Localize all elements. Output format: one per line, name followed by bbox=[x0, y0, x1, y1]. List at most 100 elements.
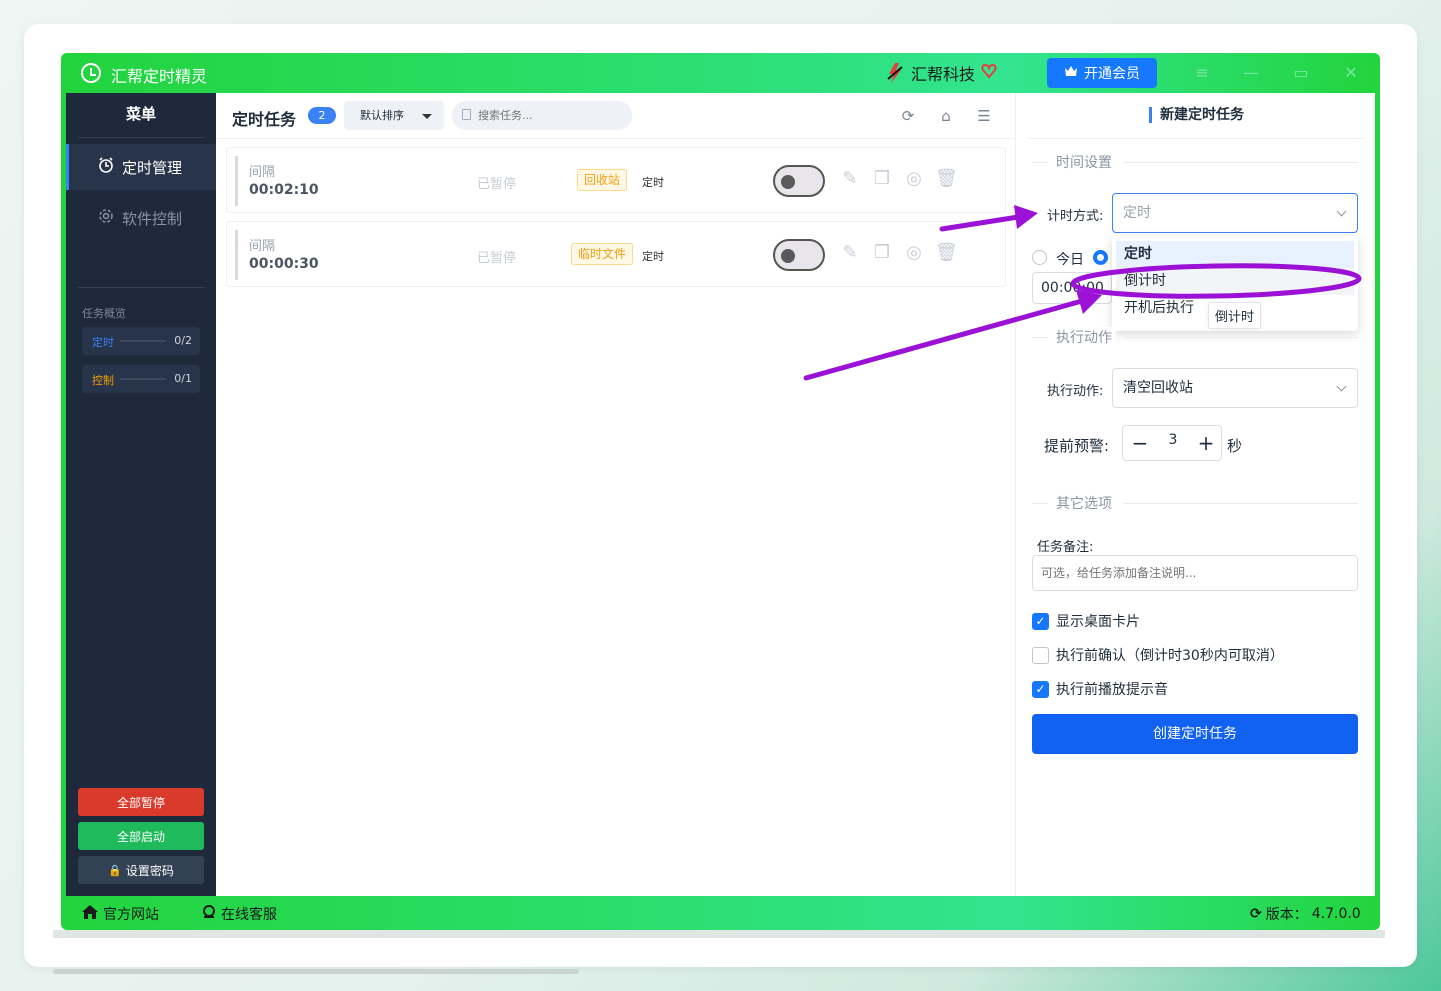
crown-icon bbox=[1064, 65, 1078, 81]
page-title: 定时任务 bbox=[232, 110, 297, 129]
lock-icon: 🔒 bbox=[108, 863, 122, 877]
headset-icon bbox=[201, 904, 217, 924]
stat-bar bbox=[120, 378, 166, 380]
section-other-options: 其它选项 bbox=[1032, 493, 1358, 513]
section-time-settings: 时间设置 bbox=[1032, 152, 1358, 172]
increment-button[interactable]: + bbox=[1193, 430, 1219, 456]
stat-value: 0/2 bbox=[174, 334, 192, 347]
task-row[interactable]: 间隔 00:00:30 已暂停 临时文件 定时 ✎ ❐ ◎ 🗑 bbox=[226, 221, 1006, 287]
task-time: 00:00:30 bbox=[249, 256, 319, 272]
menu-icon[interactable]: ≡ bbox=[1190, 61, 1214, 85]
copy-icon[interactable]: ❐ bbox=[871, 168, 893, 190]
task-list-header: 定时任务 2 默认排序 ⟳ ⌂ ☰ bbox=[216, 93, 1015, 139]
dropdown-option-countdown[interactable]: 倒计时 bbox=[1116, 268, 1354, 295]
radio-today-label: 今日 bbox=[1056, 252, 1084, 268]
toggle-knob bbox=[781, 249, 795, 263]
note-label: 任务备注: bbox=[1037, 540, 1094, 555]
task-accent bbox=[235, 156, 238, 206]
search-input[interactable] bbox=[452, 101, 632, 130]
task-enable-toggle[interactable] bbox=[773, 239, 825, 271]
task-enable-toggle[interactable] bbox=[773, 165, 825, 197]
task-time: 00:02:10 bbox=[249, 182, 319, 198]
task-type: 间隔 bbox=[249, 239, 276, 254]
background-window-edge bbox=[53, 930, 1385, 938]
stepper-value[interactable]: 3 bbox=[1161, 432, 1185, 448]
task-action-tag: 临时文件 bbox=[571, 243, 634, 265]
vip-button-label: 开通会员 bbox=[1084, 66, 1140, 82]
warning-seconds-stepper[interactable]: − 3 + bbox=[1122, 425, 1222, 461]
version-number: 4.7.0.0 bbox=[1311, 906, 1361, 922]
decrement-button[interactable]: − bbox=[1127, 430, 1153, 456]
task-count-badge: 2 bbox=[308, 107, 336, 124]
dropdown-option-timer[interactable]: 定时 bbox=[1116, 241, 1354, 268]
checkbox-checked-icon[interactable]: ✓ bbox=[1032, 680, 1049, 698]
brand-logo-icon bbox=[885, 62, 905, 84]
run-icon[interactable]: ◎ bbox=[903, 168, 925, 190]
sidebar-item-software-control[interactable]: 软件控制 bbox=[66, 195, 216, 241]
set-password-button[interactable]: 🔒 设置密码 bbox=[78, 856, 204, 884]
vip-button[interactable]: 开通会员 bbox=[1047, 58, 1157, 88]
title-bar[interactable]: 汇帮定时精灵 汇帮科技 开通会员 ≡ — ▭ ✕ bbox=[61, 53, 1380, 93]
minimize-icon[interactable]: — bbox=[1239, 61, 1263, 85]
checkbox-confirm-before-run[interactable]: 执行前确认（倒计时30秒内可取消） bbox=[1032, 645, 1284, 665]
delete-icon[interactable]: 🗑 bbox=[935, 168, 958, 190]
edit-icon[interactable]: ✎ bbox=[839, 242, 861, 264]
maximize-icon[interactable]: ▭ bbox=[1289, 61, 1313, 85]
section-label: 其它选项 bbox=[1052, 493, 1116, 513]
section-action: 执行动作 bbox=[1032, 327, 1358, 347]
checkbox-unchecked-icon[interactable] bbox=[1032, 646, 1049, 664]
search-icon bbox=[462, 109, 471, 120]
checkbox-label: 显示桌面卡片 bbox=[1056, 614, 1140, 630]
support-label: 在线客服 bbox=[221, 907, 277, 923]
action-label: 执行动作: bbox=[1047, 384, 1104, 399]
radio-today[interactable] bbox=[1032, 250, 1047, 265]
sort-select[interactable]: 默认排序 bbox=[344, 101, 444, 130]
note-input[interactable] bbox=[1032, 555, 1358, 591]
sidebar-item-timer-management[interactable]: 定时管理 bbox=[66, 144, 216, 190]
close-icon[interactable]: ✕ bbox=[1339, 61, 1363, 85]
delete-icon[interactable]: 🗑 bbox=[935, 242, 958, 264]
refresh-icon[interactable]: ⟳ bbox=[899, 107, 917, 125]
stat-control: 控制 0/1 bbox=[82, 365, 200, 393]
checkbox-play-sound[interactable]: ✓ 执行前播放提示音 bbox=[1032, 679, 1168, 699]
heart-icon bbox=[981, 63, 997, 83]
gear-icon bbox=[98, 208, 114, 228]
website-link[interactable]: 官方网站 bbox=[81, 904, 159, 924]
radio-date[interactable] bbox=[1093, 250, 1108, 265]
task-list-panel: 定时任务 2 默认排序 ⟳ ⌂ ☰ 间隔 00:02:10 已暂停 回收站 定时… bbox=[216, 93, 1015, 896]
task-row[interactable]: 间隔 00:02:10 已暂停 回收站 定时 ✎ ❐ ◎ 🗑 bbox=[226, 147, 1006, 213]
app-window: 汇帮定时精灵 汇帮科技 开通会员 ≡ — ▭ ✕ 菜单 定时管理 软件控制 任务… bbox=[61, 53, 1380, 930]
set-password-label: 设置密码 bbox=[125, 863, 174, 878]
website-label: 官方网站 bbox=[103, 907, 159, 923]
support-link[interactable]: 在线客服 bbox=[201, 904, 277, 924]
task-mode: 定时 bbox=[642, 176, 664, 189]
version-label: 版本： bbox=[1265, 907, 1308, 923]
stat-label: 控制 bbox=[92, 374, 114, 387]
timing-mode-select[interactable]: 定时 bbox=[1112, 193, 1358, 233]
chevron-down-icon bbox=[1336, 381, 1347, 392]
task-status: 已暂停 bbox=[477, 177, 517, 192]
edit-icon[interactable]: ✎ bbox=[839, 168, 861, 190]
app-title: 汇帮定时精灵 bbox=[111, 67, 208, 86]
start-all-button[interactable]: 全部启动 bbox=[78, 822, 204, 850]
pause-all-button[interactable]: 全部暂停 bbox=[78, 788, 204, 816]
action-select[interactable]: 清空回收站 bbox=[1112, 368, 1358, 408]
alarm-icon bbox=[98, 157, 114, 177]
toggle-knob bbox=[781, 175, 795, 189]
checkbox-show-desktop-card[interactable]: ✓ 显示桌面卡片 bbox=[1032, 611, 1140, 631]
chevron-down-icon bbox=[1336, 206, 1347, 217]
copy-icon[interactable]: ❐ bbox=[871, 242, 893, 264]
run-icon[interactable]: ◎ bbox=[903, 242, 925, 264]
checkbox-label: 执行前确认（倒计时30秒内可取消） bbox=[1056, 648, 1284, 664]
time-input[interactable]: 00:00:00 bbox=[1032, 272, 1112, 304]
checkbox-checked-icon[interactable]: ✓ bbox=[1032, 612, 1049, 630]
stat-bar bbox=[120, 340, 166, 342]
log-icon[interactable]: ☰ bbox=[975, 107, 993, 125]
clean-icon[interactable]: ⌂ bbox=[937, 107, 955, 125]
divider bbox=[78, 137, 204, 138]
horizontal-scrollbar[interactable] bbox=[53, 969, 579, 974]
section-line bbox=[1124, 162, 1358, 163]
create-task-button[interactable]: 创建定时任务 bbox=[1032, 714, 1358, 754]
section-label: 执行动作 bbox=[1052, 327, 1116, 347]
version-info: ⟳ 版本： 4.7.0.0 bbox=[1250, 904, 1361, 924]
